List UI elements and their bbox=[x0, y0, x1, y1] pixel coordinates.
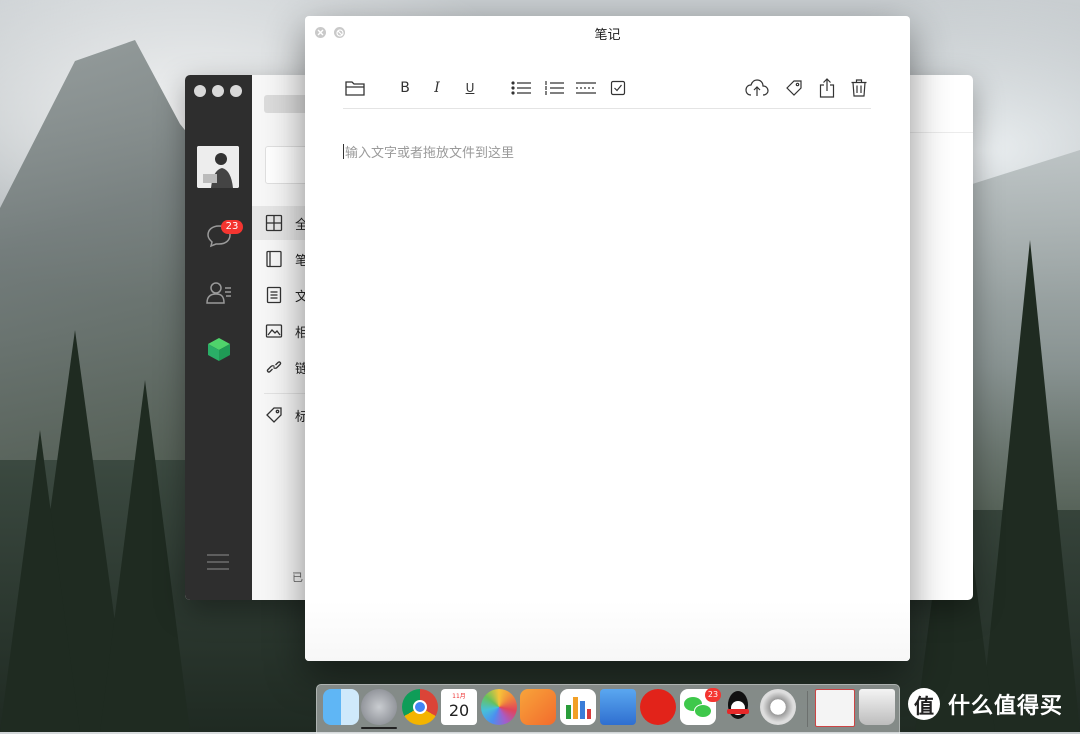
share-icon bbox=[819, 78, 835, 98]
numbers-icon[interactable] bbox=[560, 689, 596, 725]
document-icon bbox=[266, 286, 282, 304]
link-icon bbox=[266, 361, 282, 373]
note-editor-window[interactable]: 笔记 B I U 输入文字或者拖放文件到这里 bbox=[305, 16, 910, 661]
note-editor[interactable]: 输入文字或者拖放文件到这里 bbox=[343, 142, 871, 582]
finder-icon[interactable] bbox=[323, 689, 359, 725]
image-icon bbox=[265, 324, 283, 338]
watermark: 值 什么值得买 bbox=[908, 688, 1063, 720]
wechat-badge: 23 bbox=[705, 688, 721, 702]
qq-icon[interactable] bbox=[720, 689, 756, 725]
editor-toolbar: B I U bbox=[343, 76, 871, 109]
dashed-divider-icon bbox=[576, 82, 596, 94]
text-caret bbox=[343, 144, 344, 159]
tag-icon bbox=[266, 407, 282, 423]
running-indicator bbox=[361, 727, 397, 729]
bullet-list-icon bbox=[511, 81, 531, 95]
netease-music-icon[interactable] bbox=[640, 689, 676, 725]
launchpad-icon[interactable] bbox=[361, 689, 397, 725]
editor-placeholder: 输入文字或者拖放文件到这里 bbox=[345, 146, 515, 161]
underline-label: U bbox=[465, 81, 475, 95]
hamburger-menu-icon[interactable] bbox=[207, 553, 229, 571]
folder-icon bbox=[345, 81, 365, 96]
system-utilities-icon[interactable] bbox=[760, 689, 796, 725]
folder-button[interactable] bbox=[343, 76, 367, 100]
share-button[interactable] bbox=[815, 76, 839, 100]
bold-button[interactable]: B bbox=[393, 76, 417, 100]
keynote-icon[interactable] bbox=[600, 689, 636, 725]
italic-button[interactable]: I bbox=[425, 76, 449, 100]
trash-icon bbox=[851, 79, 867, 97]
calendar-month: 11月 bbox=[452, 693, 466, 700]
grid-icon bbox=[265, 214, 283, 232]
checkbox-icon bbox=[610, 80, 626, 96]
window-zoom-dot[interactable] bbox=[230, 85, 242, 97]
notebook-icon bbox=[266, 250, 282, 268]
app-sidebar: 23 bbox=[185, 75, 252, 600]
cloud-upload-icon bbox=[745, 79, 769, 96]
window-minimize-dot[interactable] bbox=[212, 85, 224, 97]
favorites-cube-icon[interactable] bbox=[205, 335, 233, 363]
avatar[interactable] bbox=[197, 146, 239, 188]
unread-badge: 23 bbox=[221, 220, 243, 234]
chrome-icon[interactable] bbox=[402, 689, 438, 725]
watermark-text: 什么值得买 bbox=[948, 694, 1064, 719]
italic-label: I bbox=[434, 80, 440, 96]
upload-cloud-button[interactable] bbox=[745, 76, 769, 100]
editor-footer bbox=[305, 601, 910, 661]
contacts-icon[interactable] bbox=[205, 278, 233, 306]
trash-icon[interactable] bbox=[859, 689, 895, 725]
bullet-list-button[interactable] bbox=[509, 76, 533, 100]
numbered-list-button[interactable] bbox=[542, 76, 566, 100]
dock: 11月 20 23 bbox=[316, 684, 900, 734]
divider-button[interactable] bbox=[574, 76, 598, 100]
underline-button[interactable]: U bbox=[458, 76, 482, 100]
numbered-list-icon bbox=[545, 81, 564, 95]
bold-label: B bbox=[400, 80, 410, 96]
checklist-button[interactable] bbox=[606, 76, 630, 100]
calendar-icon[interactable]: 11月 20 bbox=[441, 689, 477, 725]
storage-status-text: 已 bbox=[292, 571, 303, 584]
watermark-logo: 值 bbox=[908, 688, 940, 720]
delete-button[interactable] bbox=[847, 76, 871, 100]
window-title: 笔记 bbox=[594, 28, 621, 43]
tag-button[interactable] bbox=[782, 76, 806, 100]
dock-separator bbox=[807, 691, 808, 727]
tag-icon bbox=[786, 80, 802, 96]
photos-icon[interactable] bbox=[481, 689, 517, 725]
window-close-dot[interactable] bbox=[194, 85, 206, 97]
pages-icon[interactable] bbox=[520, 689, 556, 725]
calendar-day: 20 bbox=[448, 701, 470, 720]
preview-icon[interactable] bbox=[815, 689, 855, 727]
